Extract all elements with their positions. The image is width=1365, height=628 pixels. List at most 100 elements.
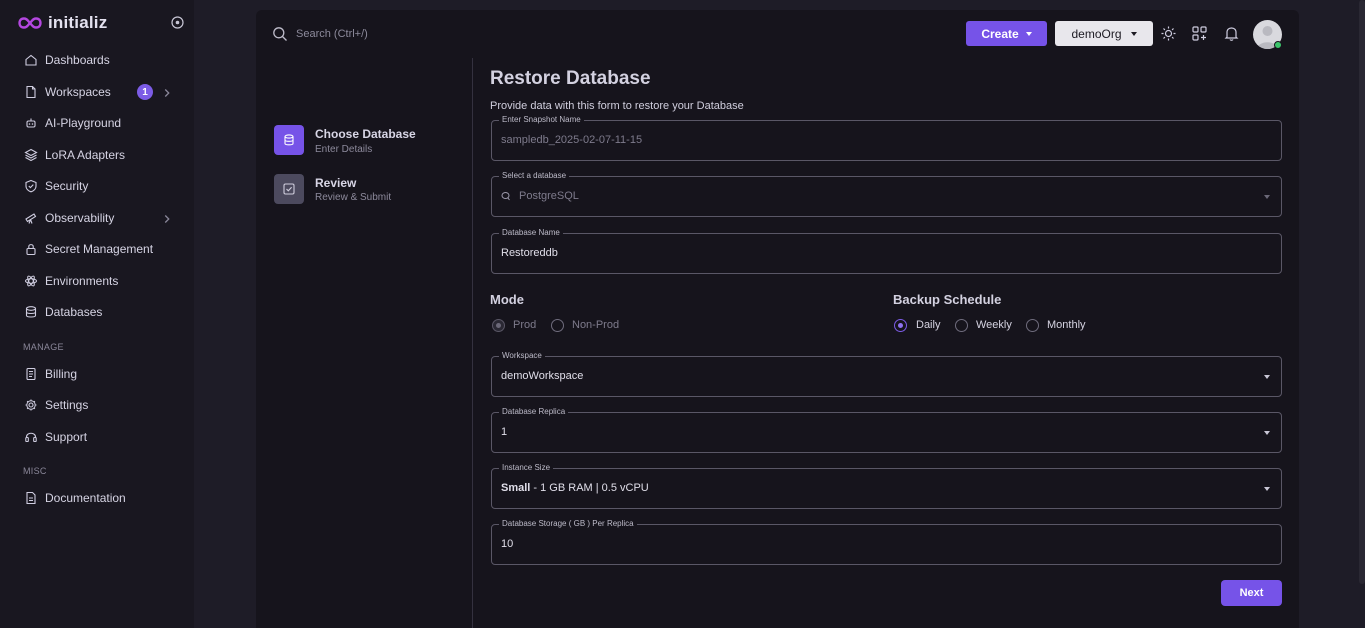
search-icon[interactable]: [272, 26, 288, 42]
sidebar-item-lora-adapters[interactable]: LoRA Adapters: [14, 141, 184, 169]
search-input[interactable]: [296, 26, 596, 42]
sidebar-item-support[interactable]: Support: [14, 423, 184, 451]
receipt-icon: [26, 367, 36, 381]
radio-label: Prod: [513, 319, 537, 331]
collapse-sidebar-icon[interactable]: [171, 16, 184, 29]
field-label: Enter Snapshot Name: [499, 114, 584, 126]
count-badge: 1: [137, 84, 153, 100]
sidebar-item-security[interactable]: Security: [14, 172, 184, 200]
sidebar-item-workspaces[interactable]: Workspaces 1: [14, 78, 184, 106]
robot-icon: [26, 118, 36, 128]
sidebar-item-label: AI-Playground: [45, 116, 122, 130]
sidebar-item-label: LoRA Adapters: [45, 148, 126, 162]
sidebar-item-label: Workspaces: [45, 85, 111, 99]
create-button[interactable]: Create: [966, 21, 1047, 46]
step-icon-choose-database[interactable]: [274, 125, 304, 155]
online-status-dot: [1274, 41, 1282, 49]
field-value: demoWorkspace: [501, 370, 584, 382]
brand-name: initializ: [48, 13, 108, 32]
sidebar-item-settings[interactable]: Settings: [14, 391, 184, 419]
database-type-select[interactable]: Select a database PostgreSQL: [491, 170, 1282, 217]
field-label: Database Replica: [499, 406, 569, 418]
sidebar-item-label: Settings: [45, 398, 89, 412]
instance-size-select[interactable]: Instance Size Small - 1 GB RAM | 0.5 vCP…: [491, 462, 1282, 509]
chevron-down-icon: [1025, 31, 1032, 36]
sidebar-item-ai-playground[interactable]: AI-Playground: [14, 109, 184, 137]
mode-radio-non-prod[interactable]: [551, 319, 564, 332]
gear-icon: [25, 399, 37, 411]
field-value: 1: [501, 426, 508, 438]
bell-icon[interactable]: [1223, 25, 1240, 42]
org-selector-button[interactable]: demoOrg: [1055, 21, 1153, 46]
field-label: Select a database: [499, 170, 570, 182]
postgresql-icon: [501, 192, 510, 201]
sidebar-item-label: Billing: [45, 367, 78, 381]
step-icon-review[interactable]: [274, 174, 304, 204]
field-label: Instance Size: [499, 462, 554, 474]
sidebar-item-label: Environments: [45, 274, 119, 288]
database-storage-field[interactable]: Database Storage ( GB ) Per Replica 10: [491, 518, 1282, 565]
sidebar-item-documentation[interactable]: Documentation: [14, 484, 184, 512]
sidebar-item-observability[interactable]: Observability: [14, 204, 184, 232]
sidebar-item-label: Security: [45, 179, 89, 193]
chevron-down-icon: [1264, 431, 1270, 435]
instance-size-name: Small: [501, 482, 531, 494]
step-subtitle: Review & Submit: [315, 192, 392, 203]
sun-icon[interactable]: [1160, 25, 1177, 42]
chevron-down-icon: [1264, 487, 1270, 491]
backup-radio-daily[interactable]: [894, 319, 907, 332]
file-icon: [26, 85, 36, 99]
section-label-misc: MISC: [23, 466, 47, 476]
backup-schedule-heading: Backup Schedule: [893, 292, 1002, 307]
radio-label: Monthly: [1047, 319, 1086, 331]
field-value: Restoreddb: [501, 247, 558, 259]
backup-radio-monthly[interactable]: [1026, 319, 1039, 332]
sidebar-item-label: Support: [45, 430, 88, 444]
create-button-label: Create: [981, 26, 1019, 41]
chevron-right-icon: [164, 215, 170, 223]
mode-heading: Mode: [490, 292, 524, 307]
layers-icon: [24, 148, 38, 162]
sidebar-item-dashboards[interactable]: Dashboards: [14, 46, 184, 74]
section-label-manage: MANAGE: [23, 342, 64, 352]
radio-label: Daily: [916, 319, 941, 331]
instance-size-detail: - 1 GB RAM | 0.5 vCPU: [530, 482, 649, 494]
radio-label: Weekly: [976, 319, 1012, 331]
snapshot-name-field[interactable]: Enter Snapshot Name sampledb_2025-02-07-…: [491, 114, 1282, 161]
checkbox-step-icon: [283, 183, 295, 195]
database-icon: [25, 306, 37, 318]
sidebar-item-environments[interactable]: Environments: [14, 267, 184, 295]
chevron-down-icon: [1130, 31, 1137, 36]
chevron-right-icon: [164, 89, 170, 97]
headset-icon: [25, 432, 37, 443]
field-label: Database Storage ( GB ) Per Replica: [499, 518, 637, 530]
sidebar-item-label: Documentation: [45, 491, 126, 505]
sidebar-item-label: Observability: [45, 211, 115, 225]
radio-label: Non-Prod: [572, 319, 620, 331]
page-scrollbar[interactable]: [1359, 0, 1365, 584]
form-title: Restore Database: [490, 68, 651, 89]
backup-radio-weekly[interactable]: [955, 319, 968, 332]
database-name-field[interactable]: Database Name Restoreddb: [491, 227, 1282, 274]
mode-radio-prod[interactable]: [492, 319, 505, 332]
next-button[interactable]: Next: [1221, 580, 1282, 606]
atom-icon: [25, 275, 37, 287]
field-value: sampledb_2025-02-07-11-15: [501, 134, 643, 146]
telescope-icon: [25, 213, 37, 224]
sidebar-item-label: Secret Management: [45, 242, 154, 256]
workspace-select[interactable]: Workspace demoWorkspace: [491, 350, 1282, 397]
brand[interactable]: initializ: [18, 12, 107, 34]
lock-icon: [26, 244, 36, 256]
field-label: Workspace: [499, 350, 545, 362]
sidebar: initializ Dashboards Workspaces 1 AI-Pla…: [0, 0, 194, 628]
sidebar-item-billing[interactable]: Billing: [14, 360, 184, 388]
apps-grid-icon[interactable]: [1191, 25, 1208, 42]
chevron-down-icon: [1264, 375, 1270, 379]
step-subtitle: Enter Details: [315, 144, 373, 155]
step-title: Choose Database: [315, 127, 416, 141]
sidebar-item-databases[interactable]: Databases: [14, 298, 184, 326]
database-replica-select[interactable]: Database Replica 1: [491, 406, 1282, 453]
sidebar-item-secret-management[interactable]: Secret Management: [14, 235, 184, 263]
field-label: Database Name: [499, 227, 563, 239]
field-value: 10: [501, 538, 514, 550]
